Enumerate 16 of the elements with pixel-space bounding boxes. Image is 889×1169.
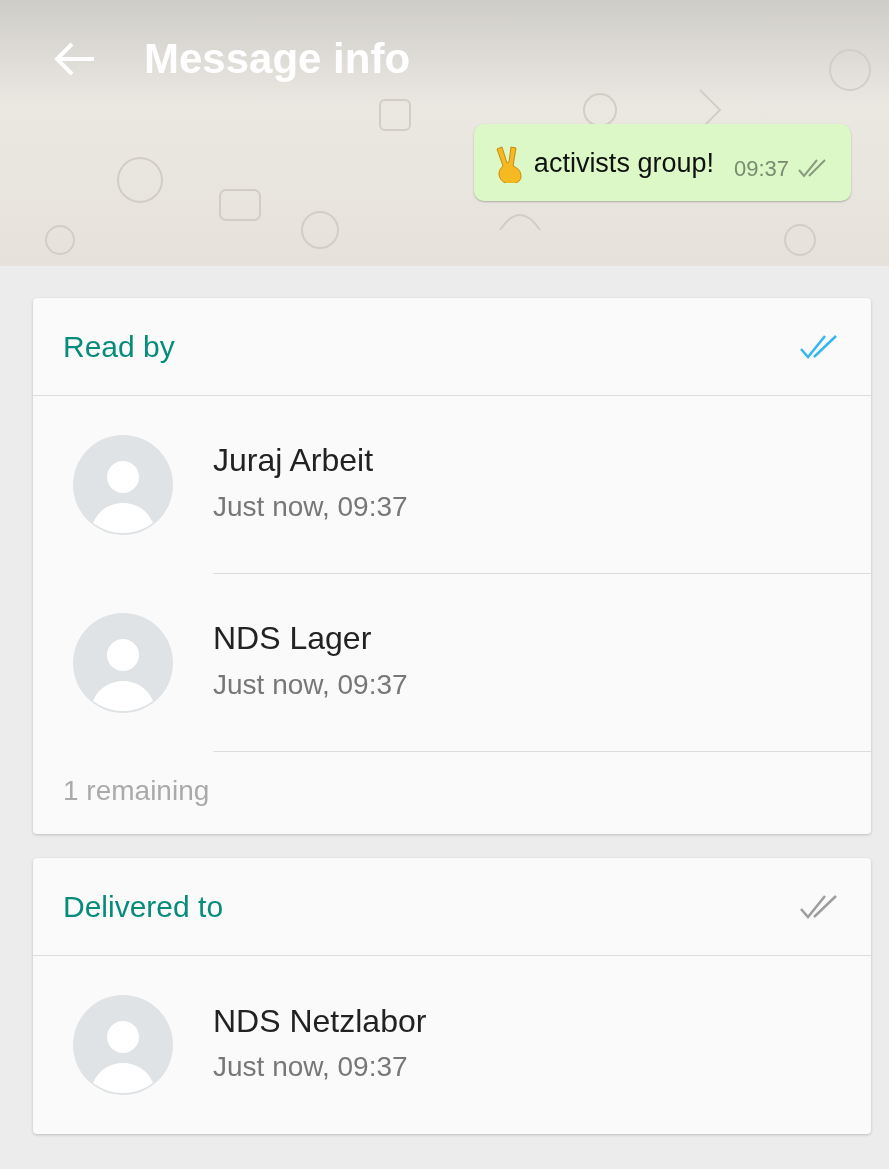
remaining-count: 1 remaining: [62, 774, 211, 808]
contact-name: NDS Netzlabor: [213, 1001, 428, 1041]
section-title: Read by: [63, 329, 175, 365]
contact-name: NDS Lager: [213, 619, 373, 658]
contact-time: Just now, 09:37: [213, 489, 409, 524]
back-arrow-icon[interactable]: [52, 41, 96, 77]
contact-time: Just now, 09:37: [213, 1050, 409, 1085]
message-time: 09:37: [733, 155, 789, 183]
avatar-icon: [73, 995, 173, 1095]
contact-name: Juraj Arbeit: [213, 441, 375, 480]
double-tick-icon: [797, 157, 829, 178]
avatar-icon: [73, 435, 173, 535]
contact-time: Just now, 09:37: [213, 667, 409, 702]
section-title: Delivered to: [63, 889, 224, 925]
avatar-icon: [73, 613, 173, 713]
message-text: activists group!: [533, 147, 714, 181]
